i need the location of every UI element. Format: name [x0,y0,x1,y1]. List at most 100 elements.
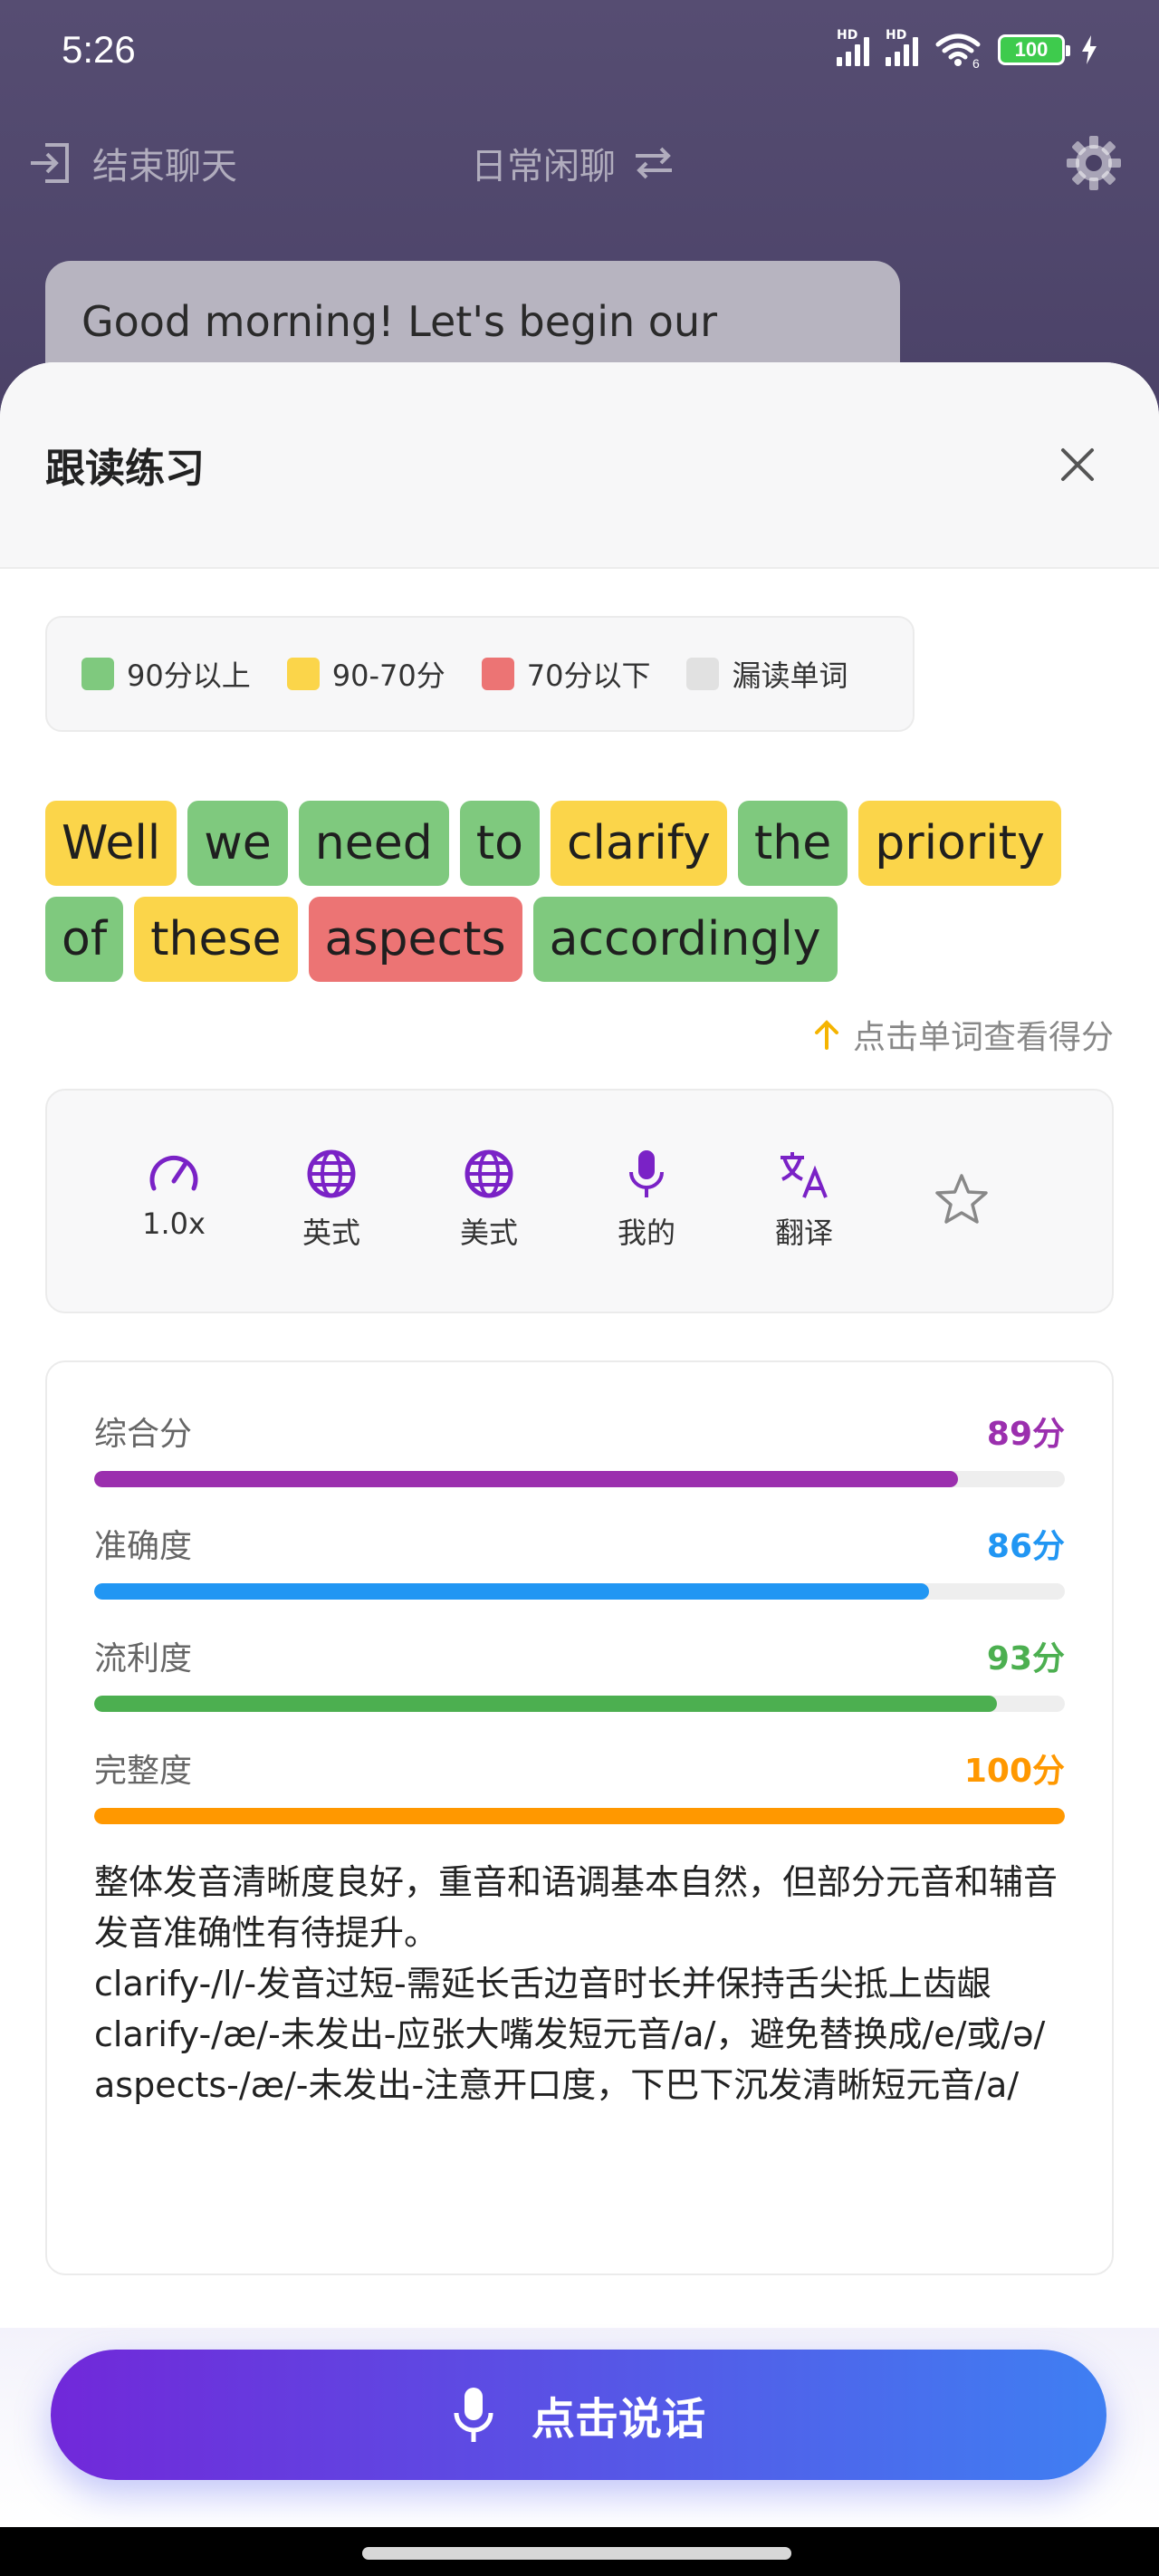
globe-icon [307,1149,356,1198]
arrow-up-icon [814,1020,838,1050]
sheet-header: 跟读练习 [0,362,1159,569]
mode-label: 日常闲聊 [471,146,616,187]
word-chip[interactable]: we [187,801,288,886]
word-chip[interactable]: accordingly [532,897,838,982]
word-chip[interactable]: to [459,801,540,886]
legend-item: 90分以上 [81,653,251,695]
word-chip[interactable]: aspects [308,897,522,982]
legend-item: 90-70分 [286,653,445,695]
word-chip[interactable]: the [737,801,848,886]
word-chip[interactable]: need [298,801,449,886]
speed-button[interactable]: 1.0x [120,1149,228,1241]
favorite-button[interactable] [907,1172,1016,1226]
feedback-line: clarify-/l/-发音过短-需延长舌边音时长并保持舌尖抵上齿龈 [94,1964,991,2004]
exit-icon [31,143,69,183]
my-recording-label: 我的 [617,1216,675,1250]
speak-label: 点击说话 [531,2394,705,2445]
score-row: 准确度 86分 [94,1520,1065,1600]
legend-item: 漏读单词 [686,653,848,695]
microphone-icon [629,1150,664,1197]
wifi-icon: 6 [935,34,981,68]
score-bar-track [94,1696,1065,1712]
settings-gear-icon[interactable] [1065,134,1123,192]
score-bar-track [94,1583,1065,1600]
hint-text: 点击单词查看得分 [852,1019,1114,1056]
uk-accent-label: 英式 [302,1216,360,1250]
legend-swatch [481,658,514,690]
feedback-line: 整体发音清晰度良好，重音和语调基本自然，但部分元音和辅音发音准确性有待提升。 [94,1862,1058,1953]
practice-toolbar: 1.0x 英式 美式 我的 翻译 [45,1089,1114,1313]
score-head: 综合分 89分 [94,1408,1065,1455]
legend-label: 70分以下 [526,658,651,693]
score-bar-track [94,1471,1065,1487]
status-icons: HD HD 6 100 [837,28,1097,68]
status-time: 5:26 [62,28,136,71]
word-chip[interactable]: clarify [550,801,727,886]
score-row: 完整度 100分 [94,1745,1065,1824]
score-name: 综合分 [94,1416,193,1453]
close-icon [1061,448,1094,481]
microphone-icon [454,2388,493,2442]
legend-item: 70分以下 [481,653,651,695]
us-accent-label: 美式 [459,1216,518,1250]
score-value: 89分 [986,1416,1065,1453]
signal-icon-2: HD [886,28,918,66]
score-value: 100分 [963,1753,1065,1790]
score-bar-fill [94,1696,997,1712]
score-name: 准确度 [94,1528,193,1565]
legend-swatch [286,658,320,690]
swap-icon [636,147,672,179]
legend-swatch [686,658,720,690]
word-chip[interactable]: of [45,897,124,982]
legend-label: 漏读单词 [732,658,848,693]
status-bar: 5:26 HD HD 6 100 [0,0,1159,100]
score-name: 完整度 [94,1753,193,1790]
sheet-title: 跟读练习 [45,446,205,492]
close-button[interactable] [1041,428,1114,501]
score-name: 流利度 [94,1640,193,1677]
score-value: 86分 [986,1528,1065,1565]
score-head: 完整度 100分 [94,1745,1065,1792]
speak-button[interactable]: 点击说话 [51,2350,1106,2480]
battery-indicator: 100 [998,34,1070,65]
my-recording-button[interactable]: 我的 [592,1149,701,1252]
translate-button[interactable]: 翻译 [750,1149,858,1252]
translate-icon [781,1152,828,1198]
score-legend: 90分以上 90-70分 70分以下 漏读单词 [45,616,915,732]
globe-icon [465,1149,513,1198]
legend-swatch [81,658,114,690]
score-head: 准确度 86分 [94,1520,1065,1567]
score-rows: 综合分 89分准确度 86分流利度 93分完整度 100分 [94,1408,1065,1824]
uk-accent-button[interactable]: 英式 [277,1149,386,1252]
end-chat-label: 结束聊天 [92,146,237,187]
word-chip[interactable]: Well [45,801,177,886]
score-bar-fill [94,1583,929,1600]
score-row: 流利度 93分 [94,1632,1065,1712]
score-row: 综合分 89分 [94,1408,1065,1487]
home-indicator[interactable] [362,2547,791,2560]
feedback-line: clarify-/æ/-未发出-应张大嘴发短元音/a/，避免替换成/e/或/ə/ [94,2014,1046,2054]
score-bar-fill [94,1471,959,1487]
translate-label: 翻译 [774,1216,833,1250]
signal-icon: HD [837,28,869,66]
us-accent-button[interactable]: 美式 [435,1149,543,1252]
score-bar-track [94,1808,1065,1824]
speedometer-icon [149,1155,198,1191]
sentence-words: Well we need to clarify the priority of these asp… [45,801,1123,982]
speed-label: 1.0x [142,1206,206,1241]
chat-topbar: 结束聊天 日常闲聊 [0,91,1159,235]
feedback-text: 整体发音清晰度良好，重音和语调基本自然，但部分元音和辅音发音准确性有待提升。 cl… [94,1857,1065,2110]
word-chip[interactable]: priority [858,801,1061,886]
word-chip[interactable]: these [134,897,298,982]
legend-label: 90-70分 [331,658,445,693]
mode-switch[interactable]: 日常闲聊 [471,137,675,189]
legend-label: 90分以上 [127,658,251,693]
hint: 点击单词查看得分 [813,1011,1114,1058]
score-bar-fill [94,1808,1065,1824]
score-value: 93分 [986,1640,1065,1677]
end-chat-button[interactable]: 结束聊天 [27,137,237,189]
charging-icon [1082,35,1097,64]
score-card: 综合分 89分准确度 86分流利度 93分完整度 100分 整体发音清晰度良好，重音和语… [45,1360,1114,2275]
svg-text:6: 6 [972,56,980,68]
score-head: 流利度 93分 [94,1632,1065,1679]
